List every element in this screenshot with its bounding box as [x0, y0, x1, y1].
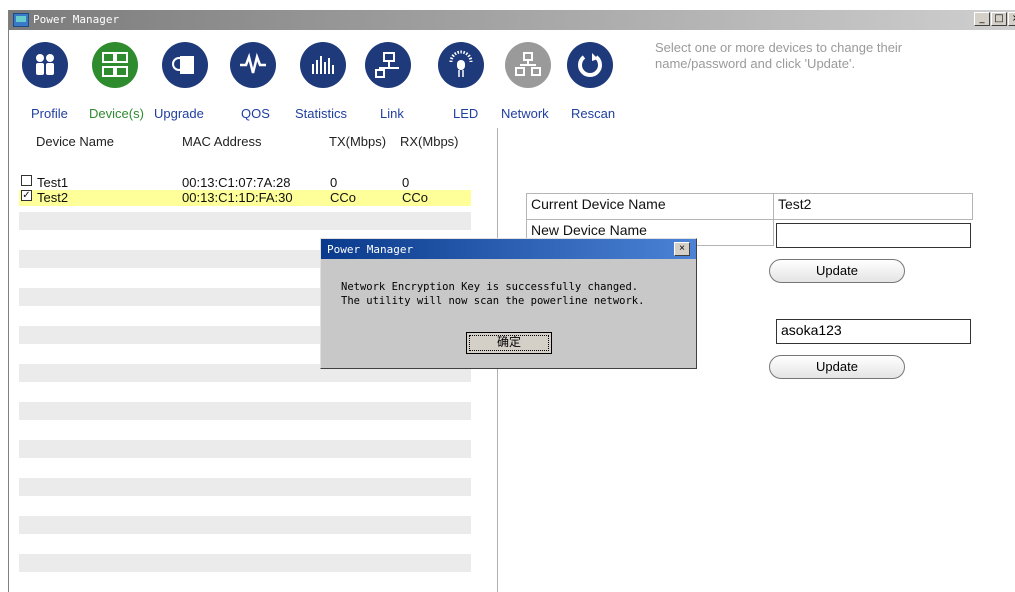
mac-cell: 00:13:C1:1D:FA:30 — [182, 190, 293, 205]
mac-cell: 00:13:C1:07:7A:28 — [182, 175, 291, 190]
link-icon — [365, 42, 411, 88]
dialog-message-line2: The utility will now scan the powerline … — [341, 295, 645, 307]
waveform-icon — [230, 42, 276, 88]
toolbar-led[interactable]: LED — [438, 42, 484, 121]
update-name-button[interactable]: Update — [769, 259, 905, 283]
toolbar-devices[interactable]: Device(s) — [89, 42, 144, 121]
title-bar[interactable]: Power Manager _ □ × — [9, 10, 1015, 30]
rescan-icon — [567, 42, 613, 88]
dialog-title: Power Manager — [327, 243, 414, 256]
toolbar-rescan[interactable]: Rescan — [567, 42, 615, 121]
bars-icon — [300, 42, 346, 88]
col-tx[interactable]: TX(Mbps) — [329, 134, 386, 149]
network-icon — [505, 42, 551, 88]
toolbar-statistics[interactable]: Statistics — [295, 42, 347, 121]
device-name-cell: Test2 — [37, 190, 69, 205]
table-row[interactable]: Test1 00:13:C1:07:7A:28 0 0 — [19, 175, 471, 191]
tx-cell: CCo — [330, 190, 357, 205]
toolbar-upgrade[interactable]: Upgrade — [154, 42, 208, 121]
close-icon[interactable]: × — [1008, 12, 1015, 26]
update-password-button[interactable]: Update — [769, 355, 905, 379]
led-icon — [438, 42, 484, 88]
toolbar: Profile Device(s) Upgrade QOS Statistics — [9, 30, 1015, 128]
current-name-value: Test2 — [773, 193, 973, 220]
toolbar-link[interactable]: Link — [365, 42, 411, 121]
col-device-name[interactable]: Device Name — [36, 134, 114, 149]
minimize-icon[interactable]: _ — [974, 12, 990, 26]
instruction-text: Select one or more devices to change the… — [655, 40, 903, 71]
app-icon — [13, 13, 29, 27]
col-mac-address[interactable]: MAC Address — [182, 134, 261, 149]
tx-cell: 0 — [330, 175, 338, 190]
dialog-message-line1: Network Encryption Key is successfully c… — [341, 281, 639, 293]
empty-row — [19, 212, 471, 230]
empty-row — [19, 516, 471, 534]
row-checkbox[interactable] — [21, 175, 32, 186]
col-rx[interactable]: RX(Mbps) — [400, 134, 459, 149]
row-checkbox[interactable]: ✓ — [21, 190, 32, 201]
people-icon — [22, 42, 68, 88]
rx-cell: CCo — [402, 190, 429, 205]
dialog-close-icon[interactable]: × — [674, 242, 690, 256]
message-dialog: Power Manager × Network Encryption Key i… — [320, 238, 697, 369]
current-name-label: Current Device Name — [526, 193, 774, 220]
toolbar-qos[interactable]: QOS — [230, 42, 276, 121]
table-row[interactable]: ✓ Test2 00:13:C1:1D:FA:30 CCo CCo — [19, 190, 471, 206]
password-input[interactable]: asoka123 — [776, 319, 971, 344]
dialog-title-bar[interactable]: Power Manager × — [321, 239, 696, 259]
empty-row — [19, 402, 471, 420]
maximize-icon[interactable]: □ — [991, 12, 1007, 26]
toolbar-devices-label: Device(s) — [89, 106, 144, 121]
toolbar-upgrade-label: Upgrade — [154, 106, 204, 121]
empty-row — [19, 478, 471, 496]
toolbar-network-label: Network — [501, 106, 549, 121]
toolbar-link-label: Link — [380, 106, 404, 121]
upgrade-icon — [162, 42, 208, 88]
window-title: Power Manager — [33, 13, 120, 26]
toolbar-qos-label: QOS — [241, 106, 270, 121]
toolbar-profile[interactable]: Profile — [22, 42, 68, 121]
toolbar-rescan-label: Rescan — [571, 106, 616, 121]
devices-icon — [92, 42, 138, 88]
dialog-ok-button[interactable]: 确定 — [466, 332, 552, 354]
empty-row — [19, 554, 471, 572]
toolbar-network[interactable]: Network — [501, 42, 551, 121]
device-name-cell: Test1 — [37, 175, 69, 190]
new-name-input[interactable] — [776, 223, 971, 248]
empty-row — [19, 440, 471, 458]
toolbar-led-label: LED — [453, 106, 479, 121]
toolbar-statistics-label: Statistics — [295, 106, 348, 121]
toolbar-profile-label: Profile — [31, 106, 68, 121]
rx-cell: 0 — [402, 175, 410, 190]
